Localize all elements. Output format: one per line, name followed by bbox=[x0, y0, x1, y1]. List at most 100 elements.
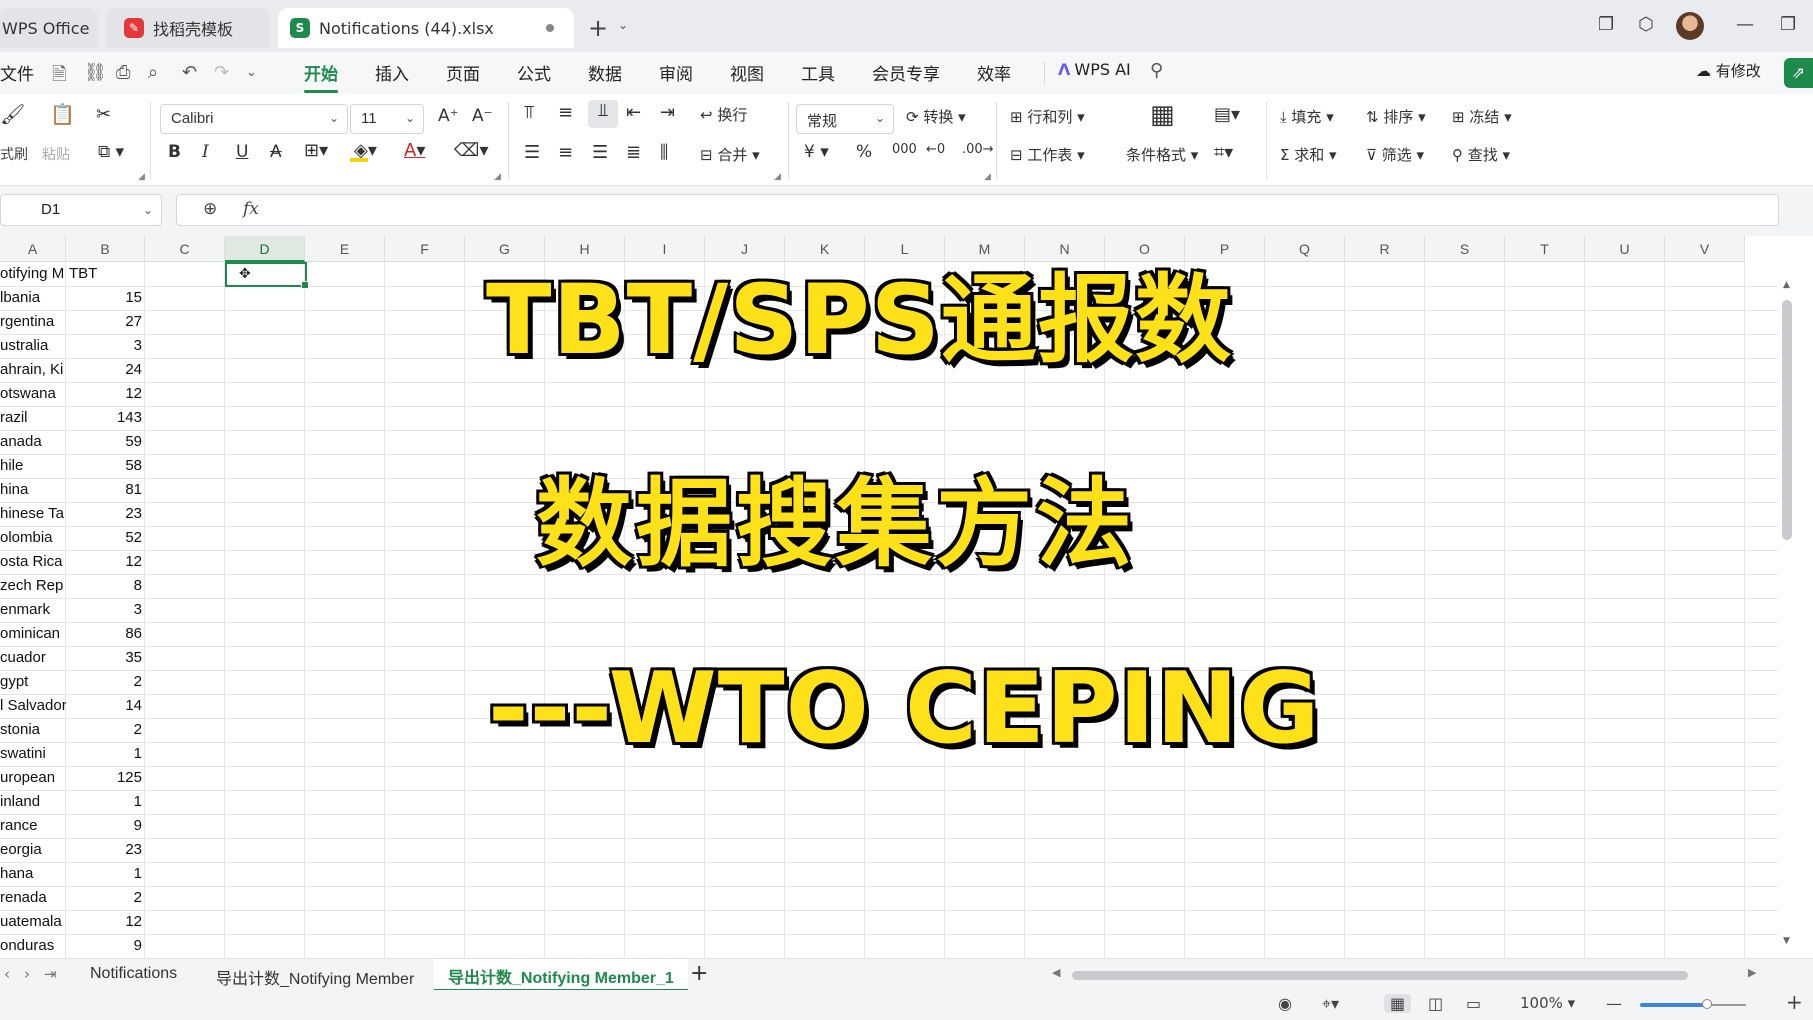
cell-b13[interactable]: 12 bbox=[66, 550, 145, 574]
vertical-scroll-thumb[interactable] bbox=[1782, 300, 1792, 540]
cell-b8[interactable]: 59 bbox=[66, 430, 145, 454]
window-layout-icon[interactable]: ❐ bbox=[1598, 14, 1614, 35]
cell-b27[interactable]: 2 bbox=[66, 886, 145, 910]
sort-button[interactable]: ⇅ 排序 ▾ bbox=[1366, 106, 1426, 127]
cell-a5[interactable]: ahrain, Ki bbox=[0, 358, 66, 382]
sheet-tab-notifications[interactable]: Notifications bbox=[90, 965, 177, 983]
cell-b17[interactable]: 35 bbox=[66, 646, 145, 670]
next-sheet-icon[interactable]: › bbox=[24, 965, 30, 983]
horizontal-scroll-thumb[interactable] bbox=[1072, 971, 1688, 980]
page-layout-view-icon[interactable]: ◫ bbox=[1428, 994, 1443, 1013]
cut-icon[interactable]: ✂ bbox=[96, 104, 111, 125]
freeze-button[interactable]: ⊞ 冻结 ▾ bbox=[1452, 106, 1512, 127]
convert-button[interactable]: ⟳ 转换 ▾ bbox=[906, 106, 966, 127]
menu-formulas[interactable]: 公式 bbox=[517, 60, 551, 85]
restore-icon[interactable]: ❐ bbox=[1780, 14, 1796, 35]
decrease-decimal-icon[interactable]: .00→ bbox=[962, 142, 994, 157]
cell-b9[interactable]: 58 bbox=[66, 454, 145, 478]
bold-button[interactable]: B bbox=[168, 142, 181, 162]
zoom-slider-handle[interactable] bbox=[1702, 999, 1712, 1009]
paste-label[interactable]: 粘贴 bbox=[42, 144, 70, 164]
conditional-format-icon[interactable]: ▦ bbox=[1150, 100, 1175, 130]
cell-b26[interactable]: 1 bbox=[66, 862, 145, 886]
increase-font-icon[interactable]: A⁺ bbox=[438, 106, 459, 126]
cell-b5[interactable]: 24 bbox=[66, 358, 145, 382]
cell-b1[interactable]: TBT bbox=[66, 262, 145, 286]
number-launcher-icon[interactable]: ◢ bbox=[984, 172, 991, 182]
cell-b21[interactable]: 1 bbox=[66, 742, 145, 766]
cell-a23[interactable]: inland bbox=[0, 790, 66, 814]
cell-a17[interactable]: cuador bbox=[0, 646, 66, 670]
cell-b6[interactable]: 12 bbox=[66, 382, 145, 406]
add-sheet-icon[interactable]: + bbox=[690, 961, 708, 986]
borders-icon[interactable]: ⊞▾ bbox=[304, 140, 328, 161]
cube-icon[interactable]: ⬡ bbox=[1638, 14, 1654, 35]
print-preview-icon[interactable]: ⌕ bbox=[148, 62, 158, 83]
italic-button[interactable]: I bbox=[202, 142, 209, 162]
cell-a8[interactable]: anada bbox=[0, 430, 66, 454]
cell-b20[interactable]: 2 bbox=[66, 718, 145, 742]
share-button[interactable]: ⇗ bbox=[1784, 58, 1813, 88]
align-middle-icon[interactable]: ≡ bbox=[558, 102, 573, 123]
cell-b11[interactable]: 23 bbox=[66, 502, 145, 526]
align-bottom-icon[interactable]: ⫫ bbox=[588, 100, 618, 128]
cell-a2[interactable]: lbania bbox=[0, 286, 66, 310]
print-icon[interactable]: ⎙ bbox=[116, 62, 130, 83]
cell-b7[interactable]: 143 bbox=[66, 406, 145, 430]
last-sheet-icon[interactable]: ⇥ bbox=[44, 965, 57, 983]
font-name-select[interactable]: Calibri ⌄ bbox=[160, 104, 348, 134]
zoom-formula-icon[interactable]: ⊕ bbox=[203, 199, 217, 219]
cell-a12[interactable]: olombia bbox=[0, 526, 66, 550]
cell-b14[interactable]: 8 bbox=[66, 574, 145, 598]
cell-a21[interactable]: swatini bbox=[0, 742, 66, 766]
column-header-b[interactable]: B bbox=[66, 236, 145, 262]
chevron-down-icon[interactable]: ⌄ bbox=[618, 18, 628, 32]
cell-a11[interactable]: hinese Ta bbox=[0, 502, 66, 526]
cell-b2[interactable]: 15 bbox=[66, 286, 145, 310]
cell-b12[interactable]: 52 bbox=[66, 526, 145, 550]
conditional-format-button[interactable]: 条件格式 ▾ bbox=[1126, 144, 1198, 165]
cell-a10[interactable]: hina bbox=[0, 478, 66, 502]
zoom-in-icon[interactable]: + bbox=[1786, 990, 1803, 1014]
cell-a27[interactable]: renada bbox=[0, 886, 66, 910]
menu-file[interactable]: 文件 bbox=[0, 60, 34, 85]
search-icon[interactable]: ⚲ bbox=[1150, 60, 1163, 81]
column-header-d[interactable]: D bbox=[225, 236, 305, 262]
cell-b25[interactable]: 23 bbox=[66, 838, 145, 862]
avatar[interactable] bbox=[1676, 12, 1704, 40]
decrease-font-icon[interactable]: A⁻ bbox=[472, 106, 493, 126]
menu-member[interactable]: 会员专享 bbox=[872, 60, 940, 85]
chevron-down-icon[interactable]: ⌄ bbox=[246, 65, 257, 80]
align-left-icon[interactable]: ☰ bbox=[524, 142, 540, 163]
cell-b23[interactable]: 1 bbox=[66, 790, 145, 814]
redo-icon[interactable]: ↷ bbox=[214, 62, 229, 83]
font-size-select[interactable]: 11 ⌄ bbox=[350, 104, 424, 134]
cell-a26[interactable]: hana bbox=[0, 862, 66, 886]
fill-color-icon[interactable]: ◈▾ bbox=[349, 140, 377, 162]
decrease-indent-icon[interactable]: ⇤ bbox=[626, 102, 641, 123]
cell-b22[interactable]: 125 bbox=[66, 766, 145, 790]
cell-a22[interactable]: uropean bbox=[0, 766, 66, 790]
cell-b4[interactable]: 3 bbox=[66, 334, 145, 358]
column-header-q[interactable]: Q bbox=[1265, 236, 1345, 262]
menu-review[interactable]: 审阅 bbox=[659, 60, 693, 85]
format-painter-icon[interactable]: 🖌 bbox=[0, 102, 25, 126]
column-header-e[interactable]: E bbox=[305, 236, 385, 262]
paste-icon[interactable]: 📋 bbox=[50, 102, 75, 126]
wps-ai-button[interactable]: Λ WPS AI bbox=[1058, 60, 1131, 79]
number-format-select[interactable]: 常规 ⌄ bbox=[796, 104, 894, 134]
align-right-icon[interactable]: ☰ bbox=[592, 142, 608, 163]
name-box[interactable]: D1 ⌄ bbox=[0, 194, 162, 226]
cell-a14[interactable]: zech Rep bbox=[0, 574, 66, 598]
thousands-separator-icon[interactable]: 000 bbox=[892, 142, 917, 157]
scroll-down-icon[interactable]: ▼ bbox=[1783, 936, 1790, 946]
sheet-tab-export-count-1[interactable]: 导出计数_Notifying Member_1 bbox=[434, 959, 688, 991]
zoom-out-icon[interactable]: — bbox=[1606, 994, 1622, 1013]
menu-view[interactable]: 视图 bbox=[730, 60, 764, 85]
cell-b28[interactable]: 12 bbox=[66, 910, 145, 934]
font-launcher-icon[interactable]: ◢ bbox=[494, 172, 501, 182]
scroll-up-icon[interactable]: ▲ bbox=[1783, 280, 1790, 290]
minimize-icon[interactable]: — bbox=[1736, 14, 1754, 35]
copy-icon[interactable]: ⧉ ▾ bbox=[98, 142, 124, 162]
cell-b3[interactable]: 27 bbox=[66, 310, 145, 334]
